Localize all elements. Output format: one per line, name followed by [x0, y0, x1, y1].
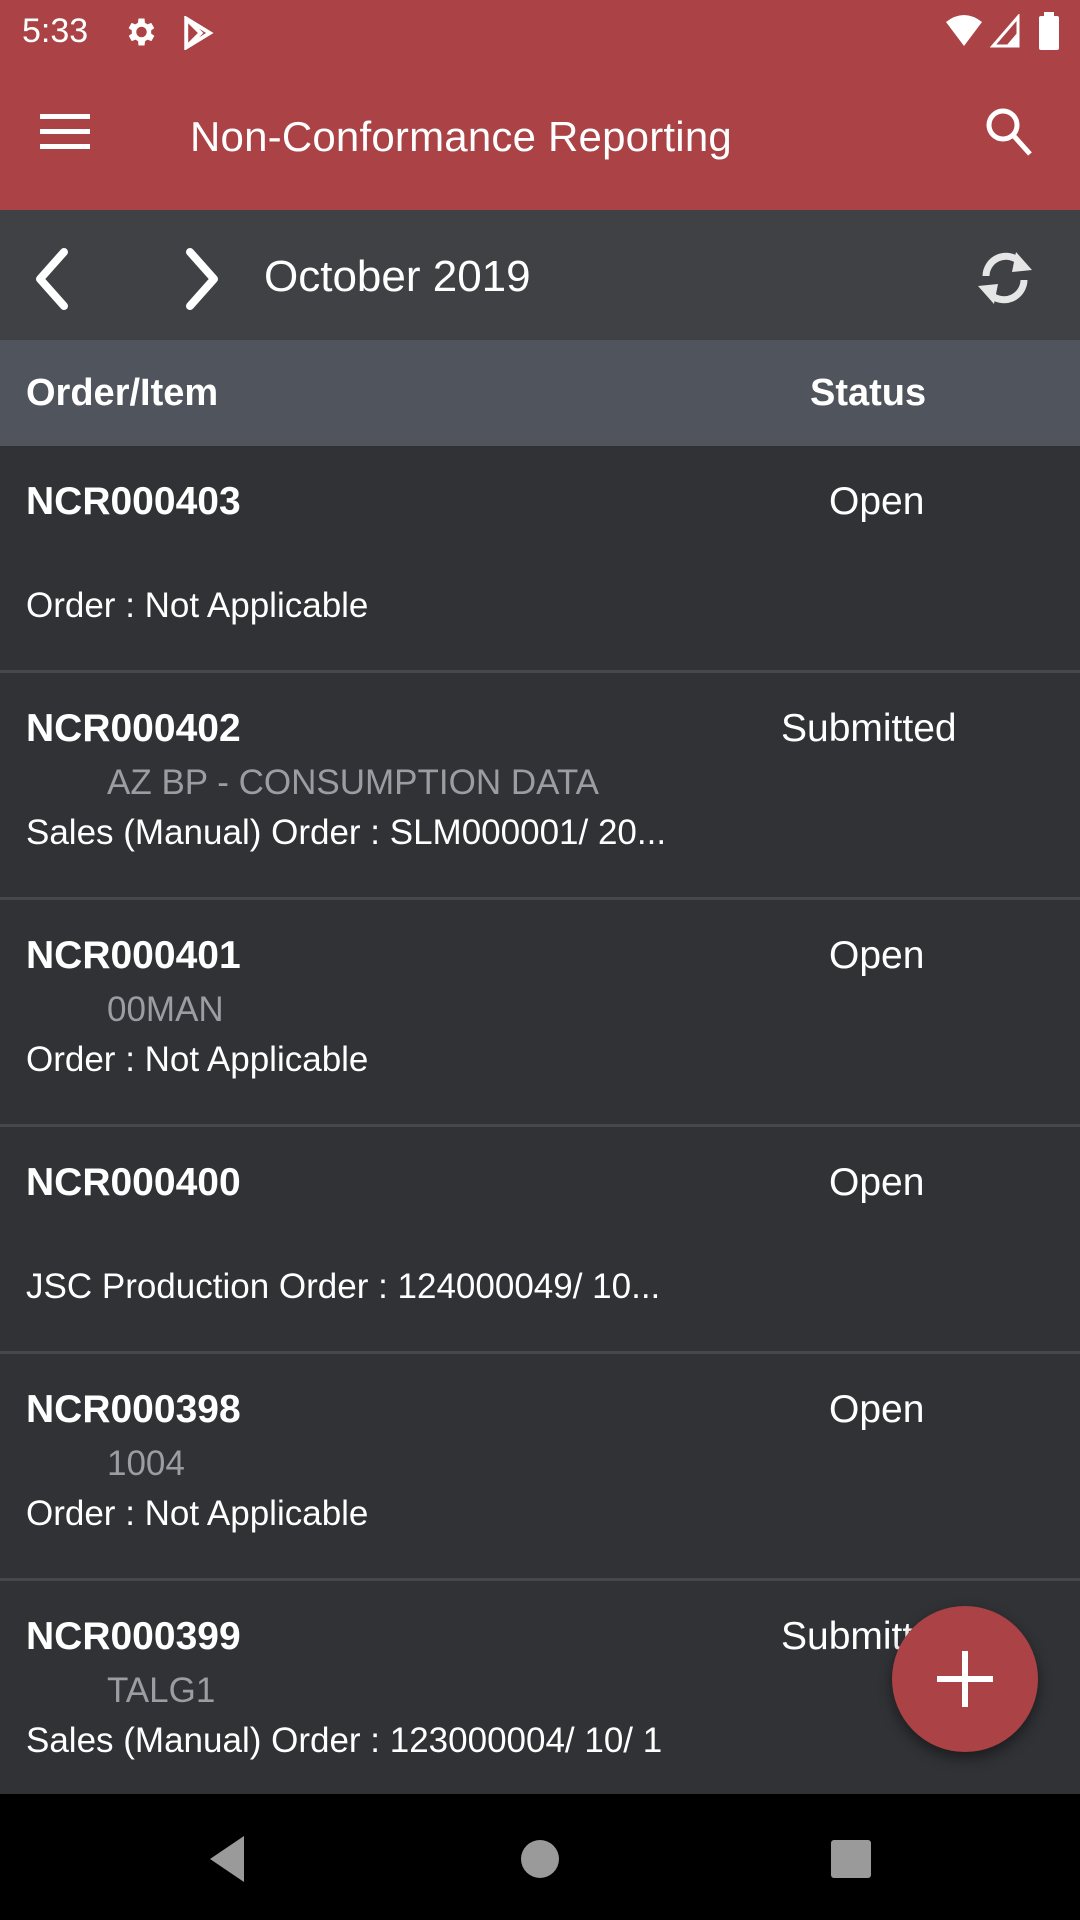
status-label: Submitted — [781, 707, 957, 750]
order-reference: Order : Not Applicable — [26, 586, 369, 625]
order-reference: Order : Not Applicable — [26, 1040, 369, 1079]
next-month-button[interactable] — [180, 246, 230, 312]
battery-icon — [1039, 12, 1059, 50]
item-description: 1004 — [107, 1444, 185, 1483]
app-bar: 5:33 Non-Conformance Reporting — [0, 0, 1080, 210]
table-row[interactable]: NCR000403 Open Order : Not Applicable — [0, 446, 1080, 673]
item-description: TALG1 — [107, 1671, 216, 1710]
month-navigation: October 2019 — [0, 210, 1080, 340]
ncr-id: NCR000398 — [26, 1388, 241, 1431]
status-label: Open — [829, 480, 925, 523]
ncr-id: NCR000400 — [26, 1161, 241, 1204]
order-reference: Sales (Manual) Order : SLM000001/ 20... — [26, 813, 667, 852]
hamburger-menu-icon — [40, 114, 90, 149]
ncr-id: NCR000403 — [26, 480, 241, 523]
ncr-id: NCR000401 — [26, 934, 241, 977]
column-header-order-item: Order/Item — [26, 372, 219, 414]
status-label: Open — [829, 1161, 925, 1204]
table-row[interactable]: NCR000398 Open 1004 Order : Not Applicab… — [0, 1354, 1080, 1581]
table-row[interactable]: NCR000402 Submitted AZ BP - CONSUMPTION … — [0, 673, 1080, 900]
home-icon — [521, 1840, 559, 1878]
status-label: Open — [829, 934, 925, 977]
add-ncr-button[interactable] — [892, 1606, 1038, 1752]
search-icon — [986, 108, 1032, 156]
current-month-label: October 2019 — [264, 252, 531, 301]
refresh-icon — [978, 252, 1032, 304]
column-header-status: Status — [810, 372, 927, 414]
table-row[interactable]: NCR000401 Open 00MAN Order : Not Applica… — [0, 900, 1080, 1127]
play-store-icon — [184, 16, 214, 50]
order-reference: Sales (Manual) Order : 123000004/ 10/ 1 — [26, 1721, 663, 1760]
system-navigation-bar — [0, 1794, 1080, 1920]
order-reference: JSC Production Order : 124000049/ 10... — [26, 1267, 661, 1306]
menu-button[interactable] — [40, 114, 100, 164]
chevron-right-icon — [186, 248, 218, 310]
refresh-button[interactable] — [972, 248, 1042, 308]
back-button[interactable] — [200, 1824, 270, 1894]
recents-button[interactable] — [815, 1824, 885, 1894]
settings-icon — [128, 18, 155, 46]
item-description: 00MAN — [107, 990, 224, 1029]
back-icon — [210, 1836, 244, 1882]
status-bar: 5:33 — [0, 0, 1080, 64]
page-title: Non-Conformance Reporting — [190, 113, 732, 160]
status-time: 5:33 — [22, 12, 89, 50]
table-row[interactable]: NCR000400 Open JSC Production Order : 12… — [0, 1127, 1080, 1354]
wifi-icon — [946, 15, 982, 46]
chevron-left-icon — [36, 248, 68, 310]
table-header: Order/Item Status — [0, 340, 1080, 446]
order-reference: Order : Not Applicable — [26, 1494, 369, 1533]
signal-icon — [990, 14, 1020, 48]
home-button[interactable] — [505, 1824, 575, 1894]
plus-icon — [937, 1651, 993, 1707]
ncr-list: NCR000403 Open Order : Not Applicable NC… — [0, 446, 1080, 1794]
previous-month-button[interactable] — [30, 246, 80, 312]
ncr-id: NCR000399 — [26, 1615, 241, 1658]
item-description: AZ BP - CONSUMPTION DATA — [107, 763, 599, 802]
status-label: Open — [829, 1388, 925, 1431]
ncr-id: NCR000402 — [26, 707, 241, 750]
recents-icon — [831, 1840, 871, 1878]
search-button[interactable] — [984, 106, 1044, 166]
